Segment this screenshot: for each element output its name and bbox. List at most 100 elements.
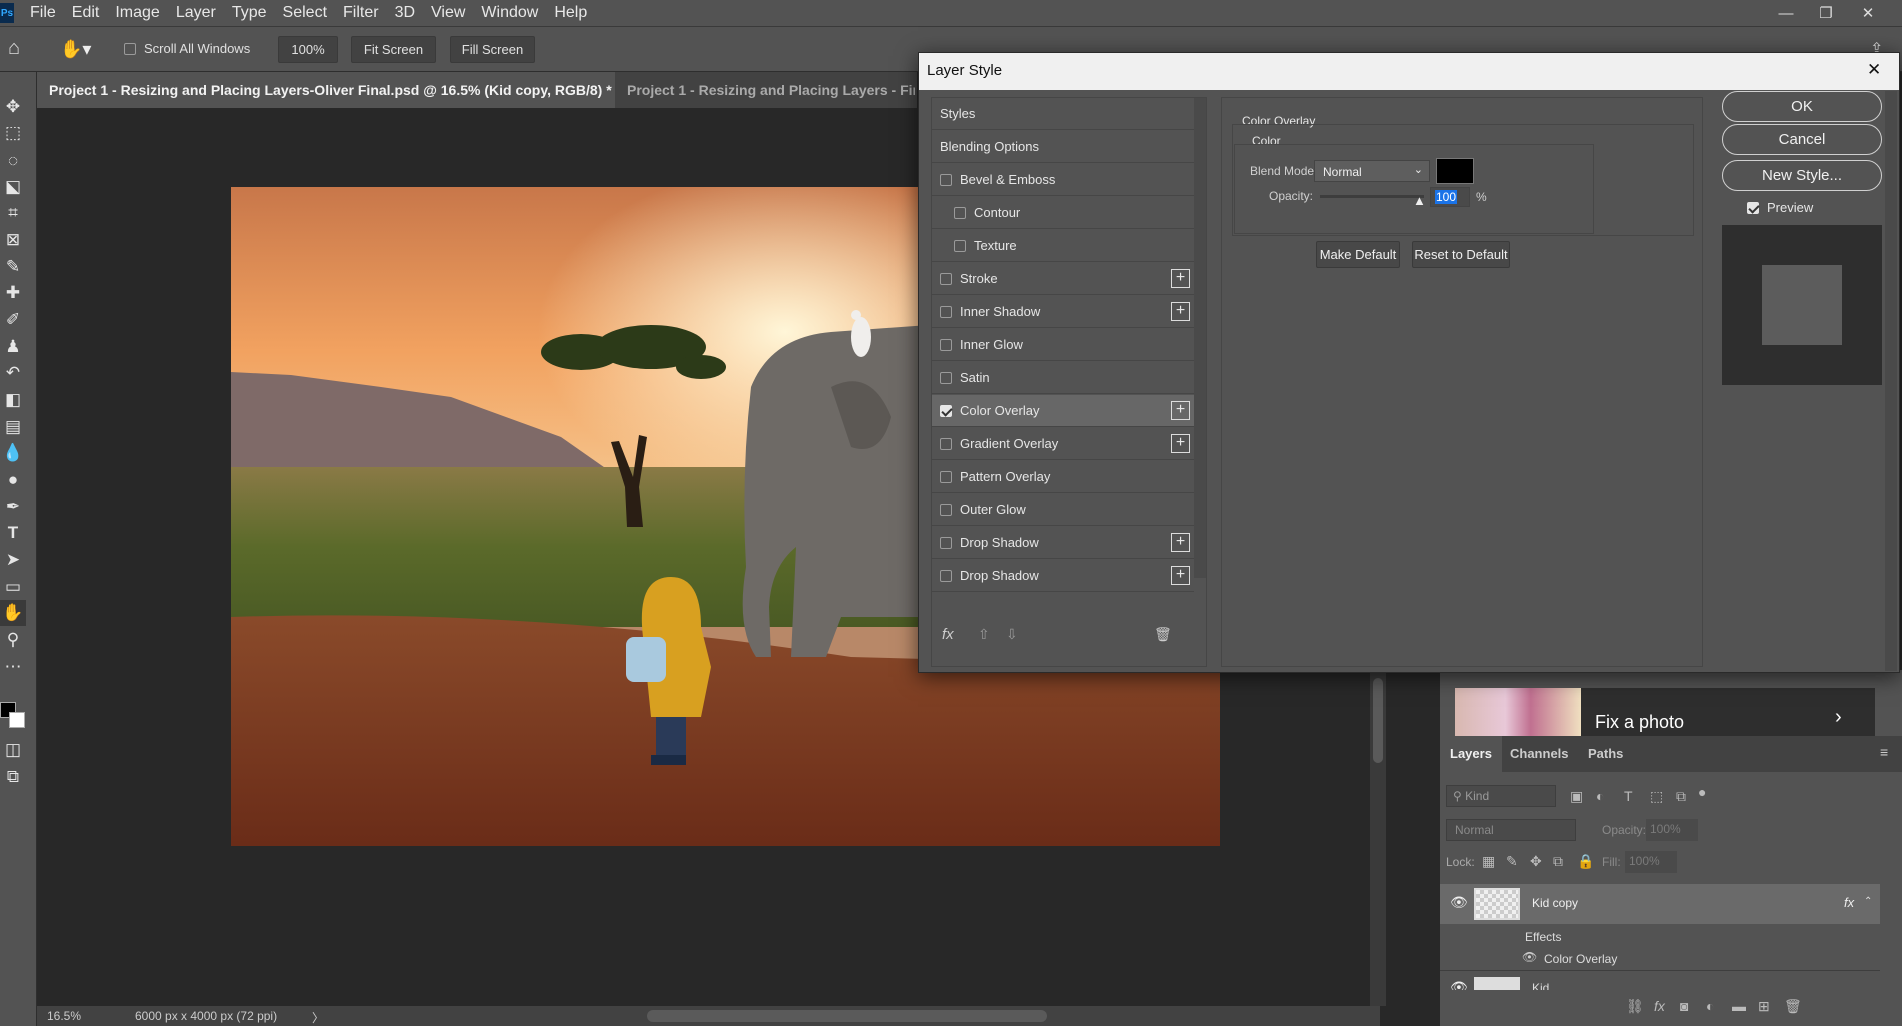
move-tool-icon[interactable]: ✥ [0,94,26,120]
blur-tool-icon[interactable]: 💧 [0,440,26,466]
dodge-tool-icon[interactable]: ● [0,467,26,493]
status-zoom[interactable]: 16.5% [47,1009,81,1023]
add-effect-plus-icon[interactable]: + [1171,401,1190,420]
style-item-inner-shadow[interactable]: Inner Shadow + [932,296,1194,328]
menu-view[interactable]: View [423,0,473,26]
home-icon[interactable]: ⌂ [8,37,34,63]
frame-tool-icon[interactable]: ⊠ [0,227,26,253]
tab-paths[interactable]: Paths [1578,736,1633,772]
menu-select[interactable]: Select [275,0,335,26]
tab-document-inactive[interactable]: Project 1 - Resizing and Placing Layers … [615,72,915,108]
fit-screen-button[interactable]: Fit Screen [351,36,436,63]
quick-mask-icon[interactable]: ◫ [0,737,26,763]
style-checkbox[interactable] [940,437,952,450]
cancel-button[interactable]: Cancel [1722,124,1882,155]
chevron-right-icon[interactable]: › [1835,706,1842,729]
status-menu-arrow[interactable]: 〉 [312,1009,324,1026]
dialog-titlebar[interactable]: Layer Style ✕ [919,53,1899,90]
ok-button[interactable]: OK [1722,91,1882,122]
eye-visibility-icon[interactable]: 👁 [1450,979,1468,990]
link-layers-icon[interactable]: ⛓ [1626,998,1644,1015]
opacity-slider-handle-icon[interactable]: ▲ [1413,193,1426,208]
close-window-icon[interactable]: ✕ [1850,0,1886,26]
filter-smart-object-icon[interactable]: ⧉ [1676,788,1686,805]
add-effect-plus-icon[interactable]: + [1171,434,1190,453]
lock-all-icon[interactable]: 🔒 [1577,853,1594,870]
opacity-slider-track[interactable] [1320,195,1424,198]
scroll-all-windows-option[interactable]: Scroll All Windows [124,41,250,56]
add-effect-plus-icon[interactable]: + [1171,302,1190,321]
style-item-drop-shadow[interactable]: Drop Shadow + [932,560,1194,592]
layer-name[interactable]: Kid [1532,981,1549,990]
photoshop-logo[interactable]: Ps [0,3,14,23]
style-checkbox[interactable] [940,371,952,384]
add-mask-icon[interactable]: ◙ [1680,998,1688,1014]
fx-menu-icon[interactable]: fx [942,626,954,643]
fill-screen-button[interactable]: Fill Screen [450,36,535,63]
layer-row-kid-copy[interactable]: 👁 Kid copy fx ⌃ [1440,884,1880,924]
zoom-100-button[interactable]: 100% [278,36,338,63]
marquee-tool-icon[interactable]: ⬚ [0,120,26,146]
add-effect-plus-icon[interactable]: + [1171,566,1190,585]
background-color-swatch[interactable] [9,712,25,728]
add-style-icon[interactable]: fx [1654,998,1665,1014]
restore-icon[interactable]: ❐ [1808,0,1844,26]
add-effect-plus-icon[interactable]: + [1171,269,1190,288]
tab-document-active[interactable]: Project 1 - Resizing and Placing Layers-… [37,72,615,108]
more-tools-icon[interactable]: ⋯ [0,654,26,680]
pen-tool-icon[interactable]: ✒ [0,494,26,520]
lock-artboard-icon[interactable]: ⧉ [1553,853,1563,870]
style-checkbox[interactable] [940,404,952,417]
style-checkbox[interactable] [940,338,952,351]
blend-mode-select[interactable]: Normal ⌄ [1314,160,1430,182]
object-select-tool-icon[interactable]: ⬕ [0,174,26,200]
screen-mode-icon[interactable]: ⧉ [0,764,26,790]
menu-filter[interactable]: Filter [335,0,387,26]
history-brush-tool-icon[interactable]: ↶ [0,360,26,386]
style-item-satin[interactable]: Satin [932,362,1194,394]
fill-input[interactable]: 100% [1625,851,1677,873]
sidebar-scrollbar[interactable] [1194,98,1206,578]
filter-type-icon[interactable]: T [1624,788,1633,804]
style-checkbox[interactable] [940,470,952,483]
panel-menu-icon[interactable]: ≡ [1880,744,1888,760]
rectangle-tool-icon[interactable]: ▭ [0,574,26,600]
style-checkbox[interactable] [940,305,952,318]
filter-pixel-icon[interactable]: ▣ [1570,788,1583,805]
lock-image-icon[interactable]: ✎ [1506,853,1518,870]
menu-3d[interactable]: 3D [387,0,423,26]
style-item-gradient-overlay[interactable]: Gradient Overlay + [932,428,1194,460]
vertical-scroll-thumb[interactable] [1373,678,1383,763]
style-checkbox[interactable] [940,503,952,516]
filter-kind-select[interactable]: ⚲ Kind [1446,785,1556,807]
layer-opacity-input[interactable]: 100% [1646,819,1698,841]
filter-shape-icon[interactable]: ⬚ [1650,788,1663,805]
menu-type[interactable]: Type [224,0,275,26]
filter-adjustment-icon[interactable]: ◐ [1596,788,1604,804]
dialog-close-icon[interactable]: ✕ [1867,60,1881,80]
new-group-icon[interactable]: ▬ [1732,998,1746,1014]
horizontal-scroll-thumb[interactable] [647,1010,1047,1022]
style-item-drop-shadow[interactable]: Drop Shadow + [932,527,1194,559]
menu-window[interactable]: Window [473,0,546,26]
preview-option[interactable]: Preview [1747,200,1813,215]
menu-edit[interactable]: Edit [64,0,108,26]
delete-effect-icon[interactable]: 🗑 [1154,626,1172,643]
tab-layers[interactable]: Layers [1440,736,1502,772]
eraser-tool-icon[interactable]: ◧ [0,387,26,413]
style-checkbox[interactable] [940,173,952,186]
clone-stamp-tool-icon[interactable]: ♟ [0,334,26,360]
tab-channels[interactable]: Channels [1500,736,1579,772]
style-item-styles[interactable]: Styles [932,98,1194,130]
lock-transparent-icon[interactable]: ▦ [1482,853,1495,870]
style-checkbox[interactable] [940,272,952,285]
menu-image[interactable]: Image [107,0,167,26]
style-checkbox[interactable] [954,206,966,219]
preview-checkbox[interactable] [1747,201,1759,214]
filter-toggle-icon[interactable]: ● [1698,784,1706,800]
style-item-texture[interactable]: Texture [932,230,1194,262]
menu-layer[interactable]: Layer [168,0,224,26]
style-item-stroke[interactable]: Stroke + [932,263,1194,295]
gradient-tool-icon[interactable]: ▤ [0,414,26,440]
make-default-button[interactable]: Make Default [1316,241,1400,268]
